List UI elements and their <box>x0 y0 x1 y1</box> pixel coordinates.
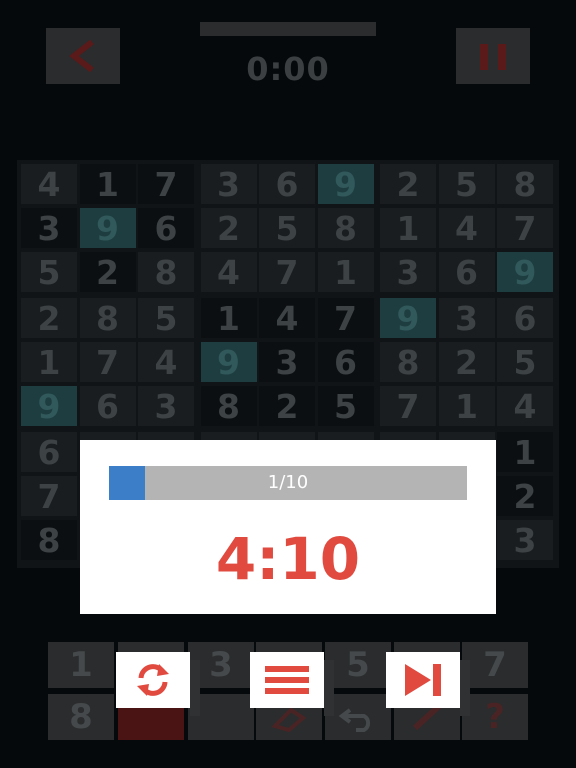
grid-cell[interactable]: 5 <box>317 386 374 426</box>
grid-cell[interactable]: 7 <box>259 252 315 292</box>
grid-cell[interactable]: 7 <box>317 298 374 338</box>
grid-cell[interactable]: 6 <box>317 342 374 382</box>
grid-cell[interactable]: 3 <box>259 342 315 382</box>
grid-cell[interactable]: 8 <box>380 342 436 382</box>
grid-cell[interactable]: 9 <box>21 386 77 426</box>
restart-button[interactable] <box>116 652 200 716</box>
progress-text: 1/10 <box>267 472 309 493</box>
grid-cell[interactable]: 6 <box>497 298 553 338</box>
grid-cell[interactable]: 2 <box>497 476 553 516</box>
grid-cell[interactable]: 3 <box>138 386 194 426</box>
grid-cell[interactable]: 2 <box>21 298 77 338</box>
grid-cell[interactable]: 6 <box>438 252 495 292</box>
menu-button[interactable] <box>250 652 334 716</box>
grid-cell[interactable]: 8 <box>317 208 374 248</box>
grid-cell[interactable]: 4 <box>497 386 553 426</box>
grid-cell[interactable]: 9 <box>380 298 436 338</box>
grid-cell[interactable]: 3 <box>497 520 553 560</box>
grid-cell[interactable]: 4 <box>21 164 77 204</box>
grid-cell[interactable]: 1 <box>317 252 374 292</box>
progress-bar: 1/10 <box>109 466 467 500</box>
grid-cell[interactable]: 2 <box>259 386 315 426</box>
grid-cell[interactable]: 5 <box>21 252 77 292</box>
grid-cell[interactable]: 6 <box>138 208 194 248</box>
grid-cell[interactable]: 9 <box>497 252 553 292</box>
grid-cell[interactable]: 1 <box>380 208 436 248</box>
grid-cell[interactable]: 4 <box>259 298 315 338</box>
hint-button[interactable]: ? <box>462 694 528 740</box>
grid-cell[interactable]: 8 <box>200 386 257 426</box>
grid-cell[interactable]: 6 <box>21 432 77 472</box>
grid-cell[interactable]: 7 <box>79 342 136 382</box>
keypad-key-1[interactable]: 1 <box>48 642 114 688</box>
grid-cell[interactable]: 1 <box>79 164 136 204</box>
restart-icon <box>137 664 169 696</box>
back-button[interactable] <box>46 28 120 84</box>
grid-cell[interactable]: 9 <box>200 342 257 382</box>
grid-cell[interactable]: 2 <box>200 208 257 248</box>
title-bar <box>200 22 376 36</box>
grid-cell[interactable]: 7 <box>21 476 77 516</box>
grid-cell[interactable]: 8 <box>21 520 77 560</box>
pause-button[interactable] <box>456 28 530 84</box>
pause-icon <box>480 44 506 70</box>
grid-cell[interactable]: 4 <box>200 252 257 292</box>
grid-cell[interactable]: 5 <box>497 342 553 382</box>
grid-cell[interactable]: 9 <box>317 164 374 204</box>
grid-cell[interactable]: 1 <box>438 386 495 426</box>
grid-cell[interactable]: 2 <box>438 342 495 382</box>
menu-icon <box>265 666 309 694</box>
grid-cell[interactable]: 3 <box>21 208 77 248</box>
grid-cell[interactable]: 2 <box>380 164 436 204</box>
grid-cell[interactable]: 5 <box>438 164 495 204</box>
undo-icon <box>338 708 371 732</box>
grid-cell[interactable]: 7 <box>138 164 194 204</box>
grid-cell[interactable]: 5 <box>138 298 194 338</box>
grid-cell[interactable]: 1 <box>200 298 257 338</box>
grid-cell[interactable]: 8 <box>79 298 136 338</box>
skip-next-icon <box>405 664 441 696</box>
game-screen: 0:00 41736925839625814752847136928514793… <box>0 0 576 768</box>
grid-cell[interactable]: 8 <box>497 164 553 204</box>
undo-button[interactable] <box>325 694 391 740</box>
grid-cell[interactable]: 2 <box>79 252 136 292</box>
grid-cell[interactable]: 6 <box>79 386 136 426</box>
grid-cell[interactable]: 7 <box>380 386 436 426</box>
result-popup: 1/10 4:10 <box>80 440 496 614</box>
keypad-key-5[interactable]: 5 <box>325 642 391 688</box>
grid-cell[interactable]: 6 <box>259 164 315 204</box>
grid-cell[interactable]: 3 <box>380 252 436 292</box>
grid-cell[interactable]: 9 <box>79 208 136 248</box>
grid-cell[interactable]: 3 <box>200 164 257 204</box>
keypad-key-7[interactable]: 7 <box>462 642 528 688</box>
chevron-left-icon <box>69 39 94 73</box>
grid-cell[interactable]: 1 <box>497 432 553 472</box>
grid-cell[interactable]: 7 <box>497 208 553 248</box>
grid-cell[interactable]: 5 <box>259 208 315 248</box>
grid-cell[interactable]: 4 <box>138 342 194 382</box>
next-level-button[interactable] <box>386 652 470 716</box>
grid-cell[interactable]: 1 <box>21 342 77 382</box>
grid-cell[interactable]: 8 <box>138 252 194 292</box>
grid-cell[interactable]: 4 <box>438 208 495 248</box>
game-timer: 0:00 <box>246 50 330 88</box>
keypad-key-8[interactable]: 8 <box>48 694 114 740</box>
grid-cell[interactable]: 3 <box>438 298 495 338</box>
final-time: 4:10 <box>215 525 361 593</box>
